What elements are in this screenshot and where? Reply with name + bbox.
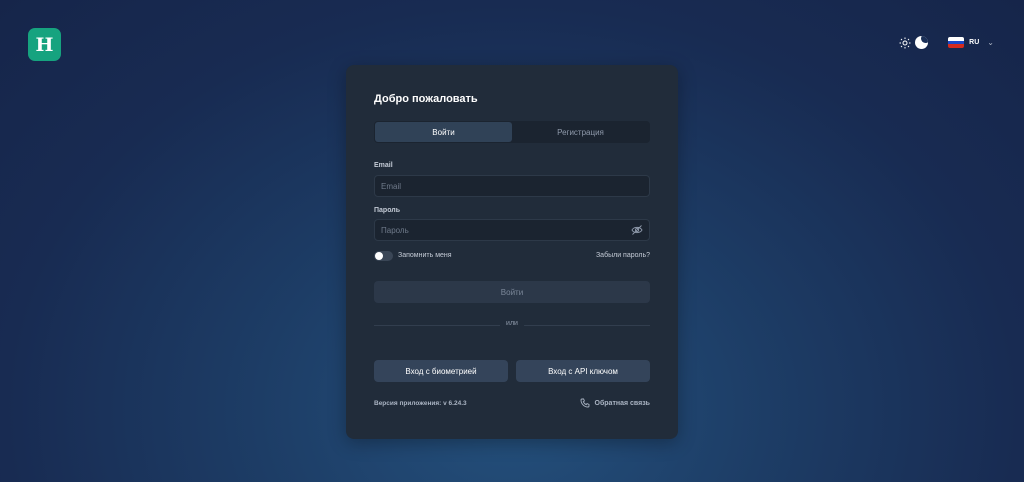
api-key-login-button[interactable]: Вход с API ключом — [516, 360, 650, 382]
chevron-down-icon: ⌄ — [987, 38, 994, 47]
feedback-link[interactable]: Обратная связь — [580, 398, 651, 408]
theme-toggle[interactable] — [899, 36, 929, 49]
feedback-label: Обратная связь — [594, 399, 651, 407]
tab-register[interactable]: Регистрация — [512, 122, 649, 142]
login-button[interactable]: Войти — [374, 281, 650, 303]
language-code: RU — [969, 39, 980, 46]
sun-icon[interactable] — [899, 37, 911, 49]
eye-slash-icon[interactable] — [631, 224, 643, 236]
tab-login[interactable]: Войти — [375, 122, 512, 142]
login-card: Добро пожаловать Войти Регистрация Email… — [346, 65, 678, 439]
russia-flag-icon — [948, 37, 965, 48]
app-version: Версия приложения: v 6.24.3 — [374, 400, 467, 407]
header-controls: RU ⌄ — [899, 36, 994, 49]
forgot-password-link[interactable]: Забыли пароль? — [596, 252, 650, 259]
remember-me-toggle[interactable] — [374, 251, 393, 261]
email-label: Email — [374, 162, 393, 169]
page-title: Добро пожаловать — [374, 93, 478, 105]
password-field[interactable] — [374, 219, 650, 241]
email-field[interactable] — [374, 175, 650, 197]
language-selector[interactable]: RU ⌄ — [948, 37, 994, 48]
phone-icon — [580, 398, 589, 408]
divider-text: или — [500, 320, 524, 327]
moon-icon[interactable] — [915, 36, 929, 49]
remember-me-label: Запомнить меня — [398, 252, 452, 259]
biometric-login-button[interactable]: Вход с биометрией — [374, 360, 508, 382]
auth-tabs: Войти Регистрация — [374, 121, 650, 143]
password-label: Пароль — [374, 207, 401, 214]
app-logo[interactable]: H — [28, 28, 61, 61]
